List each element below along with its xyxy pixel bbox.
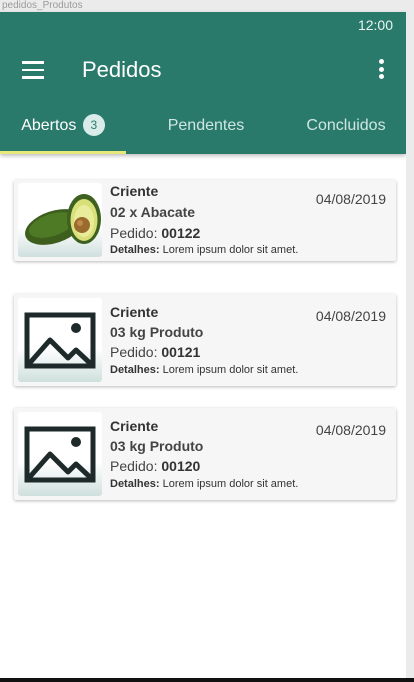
tab-label: Pendentes	[167, 117, 245, 134]
tab-label: Abertos	[21, 117, 77, 134]
details-text: Lorem ipsum dolor sit amet.	[162, 478, 299, 490]
order-label: Pedido:	[110, 458, 158, 474]
tab-concluidos[interactable]: Concluidos	[286, 114, 406, 154]
more-options-icon[interactable]	[379, 59, 385, 81]
order-date: 04/08/2019	[315, 191, 386, 207]
order-details: Detalhes: Lorem ipsum dolor sit amet.	[110, 478, 298, 490]
page-title: Pedidos	[82, 57, 162, 82]
client-name: Criente	[110, 183, 159, 199]
tab-label: Concluidos	[306, 117, 386, 134]
status-bar-time: 12:00	[357, 17, 393, 33]
order-details: Detalhes: Lorem ipsum dolor sit amet.	[110, 364, 298, 376]
order-card[interactable]: Criente 04/08/2019 02 x Abacate Pedido: …	[14, 180, 396, 261]
product-name: 03 kg Produto	[110, 324, 204, 340]
order-number-value: 00122	[161, 225, 201, 241]
client-name: Criente	[110, 304, 159, 320]
count-badge: 3	[82, 113, 105, 136]
order-number-value: 00121	[161, 344, 201, 360]
order-label: Pedido:	[110, 344, 158, 360]
order-number: Pedido: 00121	[110, 344, 200, 360]
order-card[interactable]: Criente 04/08/2019 03 kg Produto Pedido:…	[14, 294, 396, 386]
product-name: 02 x Abacate	[110, 204, 196, 220]
image-placeholder-icon	[18, 298, 102, 382]
details-text: Lorem ipsum dolor sit amet.	[162, 244, 299, 256]
order-date: 04/08/2019	[315, 422, 386, 438]
order-details: Detalhes: Lorem ipsum dolor sit amet.	[110, 244, 298, 256]
tab-abertos[interactable]: Abertos 3	[0, 113, 126, 154]
order-card[interactable]: Criente 04/08/2019 03 kg Produto Pedido:…	[14, 408, 396, 500]
order-label: Pedido:	[110, 225, 158, 241]
frame-label: pedidos_Produtos	[0, 0, 414, 12]
client-name: Criente	[110, 418, 159, 434]
app-bar: 12:00 Pedidos Abertos 3 Pendentes Conclu…	[0, 12, 406, 154]
active-tab-indicator	[0, 151, 126, 154]
tab-pendentes[interactable]: Pendentes	[142, 114, 270, 154]
avocado-image	[18, 183, 102, 257]
menu-icon[interactable]	[22, 61, 44, 79]
details-text: Lorem ipsum dolor sit amet.	[162, 364, 299, 376]
order-date: 04/08/2019	[315, 308, 386, 324]
order-number-value: 00120	[161, 458, 201, 474]
right-gutter	[406, 12, 414, 678]
image-placeholder-icon	[18, 412, 102, 496]
details-label: Detalhes:	[110, 364, 160, 376]
order-number: Pedido: 00120	[110, 458, 200, 474]
details-label: Detalhes:	[110, 244, 160, 256]
product-name: 03 kg Produto	[110, 438, 204, 454]
bottom-edge	[0, 678, 414, 682]
order-number: Pedido: 00122	[110, 225, 200, 241]
details-label: Detalhes:	[110, 478, 160, 490]
tab-bar: Abertos 3 Pendentes Concluidos	[0, 113, 406, 154]
